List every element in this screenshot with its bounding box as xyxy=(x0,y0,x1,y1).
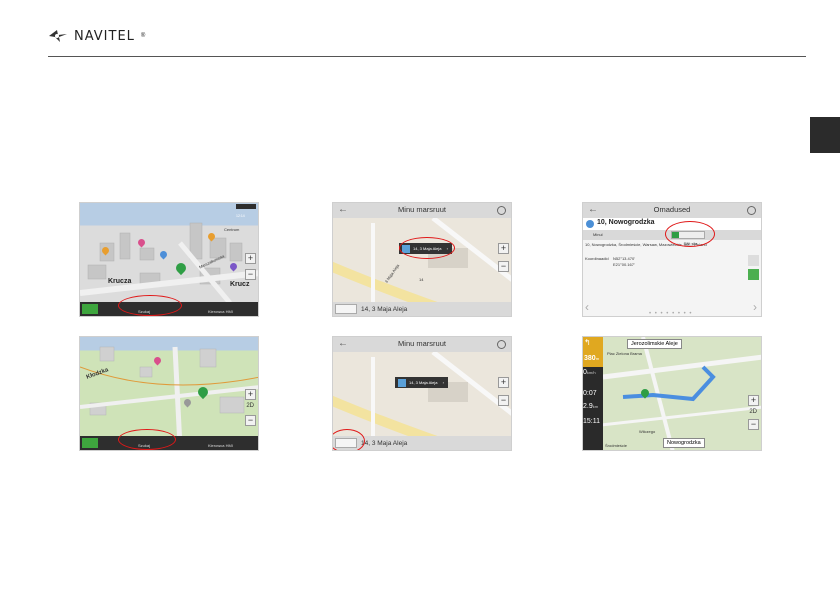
street-label: Krucz xyxy=(230,281,250,288)
maneuver-arrow-icon: ↰ xyxy=(584,338,591,347)
street-label: Krucza xyxy=(108,278,132,285)
zoom-in-button[interactable]: + xyxy=(245,389,256,400)
menu-button[interactable] xyxy=(82,304,98,314)
place-icon xyxy=(398,379,406,387)
prev-page-icon[interactable]: ‹ xyxy=(585,300,589,314)
screenshot-my-route: 3 Maja Aleja 14 ← Minu marsruut 14, 3 Ma… xyxy=(332,202,512,317)
menu-button[interactable] xyxy=(335,304,357,314)
title-bar: ← Minu marsruut xyxy=(333,337,511,352)
poi-label: Centrum xyxy=(224,227,240,232)
next-page-icon[interactable]: › xyxy=(753,300,757,314)
coordinates-label: Koordinaadid xyxy=(585,256,609,261)
maneuver-panel: ↰ 380m xyxy=(583,337,603,367)
screenshot-my-route-2: ← Minu marsruut 14, 3 Maja Aleja › + − 1… xyxy=(332,336,512,451)
screenshot-map-park: Kłodzka + 2D − Szukaj Kierowca HMI xyxy=(79,336,259,451)
screenshot-properties: ← Omadused 10, Nowogrodzka Minul Sõit si… xyxy=(582,202,762,317)
time-remaining: 0:07 xyxy=(583,390,597,397)
distance-remaining: 2.9km xyxy=(583,403,599,410)
address-popup[interactable]: 14, 3 Maja Aleja › xyxy=(395,377,448,388)
route-button[interactable] xyxy=(748,269,759,280)
view-mode-label[interactable]: 2D xyxy=(749,409,757,415)
zoom-in-button[interactable]: + xyxy=(498,377,509,388)
language-tab xyxy=(810,117,840,153)
status-bar: 12:14 xyxy=(236,204,256,218)
page-title: Omadused xyxy=(653,205,691,214)
globe-icon[interactable] xyxy=(497,340,506,349)
zoom-out-button[interactable]: − xyxy=(498,395,509,406)
zoom-in-button[interactable]: + xyxy=(245,253,256,264)
registered-mark: ® xyxy=(140,33,146,39)
bottom-bar: 14, 3 Maja Aleja xyxy=(333,302,511,316)
zoom-in-button[interactable]: + xyxy=(748,395,759,406)
highlight-circle xyxy=(333,429,365,450)
coordinate-lat: N52°13.470' xyxy=(613,256,635,261)
top-street-sign: Jerozolimskie Aleje xyxy=(627,339,682,349)
poi-label: Plac Zielona Brama xyxy=(607,351,642,356)
zoom-in-button[interactable]: + xyxy=(498,243,509,254)
row-left-label[interactable]: Minul xyxy=(593,232,603,237)
clock: 15:11 xyxy=(583,418,600,425)
place-name: 10, Nowogrodzka xyxy=(597,219,655,226)
coordinate-lon: E21°00.167' xyxy=(613,262,635,267)
globe-icon[interactable] xyxy=(747,206,756,215)
page-title: Minu marsruut xyxy=(398,339,446,348)
driver-label[interactable]: Kierowca HMI xyxy=(208,309,233,314)
highlight-circle xyxy=(118,295,182,316)
navitel-emblem-icon xyxy=(49,30,67,42)
title-bar: ← Minu marsruut xyxy=(333,203,511,218)
screenshot-map-3d: Krucza Krucz Marszałkowska Centrum 12:14… xyxy=(79,202,259,317)
speed-readout: 0km/h xyxy=(583,369,596,376)
menu-button[interactable] xyxy=(82,438,98,448)
header-rule xyxy=(48,56,806,57)
address-label: 14, 3 Maja Aleja xyxy=(361,440,408,447)
brand-name: NAVITEL xyxy=(74,28,135,44)
navitel-logo: NAVITEL ® xyxy=(48,24,145,48)
title-bar: ← Omadused xyxy=(583,203,761,218)
house-number: 14 xyxy=(419,277,424,282)
screenshot-navigation: ↰ 380m 0km/h 0:07 2.9km 15:11 Jerozolims… xyxy=(582,336,762,451)
page-title: Minu marsruut xyxy=(398,205,446,214)
popup-address: 14, 3 Maja Aleja xyxy=(409,380,438,385)
zoom-out-button[interactable]: − xyxy=(245,269,256,280)
highlight-circle xyxy=(665,221,715,247)
zoom-out-button[interactable]: − xyxy=(245,415,256,426)
side-button[interactable] xyxy=(748,255,759,266)
highlight-circle xyxy=(399,237,455,259)
zoom-out-button[interactable]: − xyxy=(748,419,759,430)
driver-label[interactable]: Kierowca HMI xyxy=(208,443,233,448)
address-label: 14, 3 Maja Aleja xyxy=(361,306,408,313)
street-label: Wilczego xyxy=(639,429,656,434)
page-dots: • • • • • • • • xyxy=(649,311,693,317)
district-label: Środmieście xyxy=(605,443,628,448)
map-background xyxy=(333,216,511,316)
zoom-out-button[interactable]: − xyxy=(498,261,509,272)
current-street-sign: Nowogrodzka xyxy=(663,438,705,448)
highlight-circle xyxy=(118,429,176,450)
view-mode-label[interactable]: 2D xyxy=(246,403,254,409)
place-icon xyxy=(586,220,594,228)
globe-icon[interactable] xyxy=(497,206,506,215)
nav-sidebar: ↰ 380m 0km/h 0:07 2.9km 15:11 xyxy=(583,337,603,450)
